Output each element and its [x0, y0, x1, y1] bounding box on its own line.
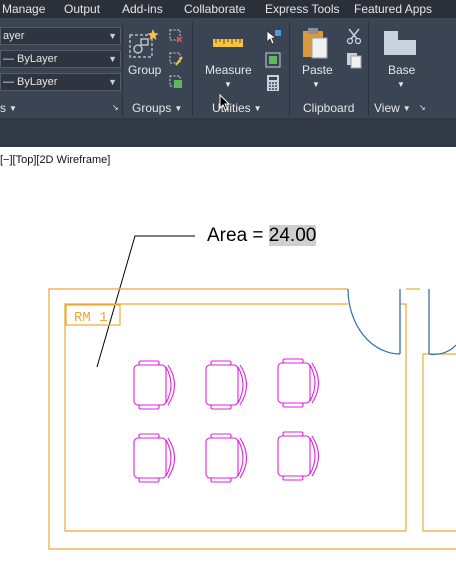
- area-prefix: Area =: [207, 225, 269, 246]
- menu-bar: Manage Output Add-ins Collaborate Expres…: [0, 0, 456, 18]
- chevron-down-icon: ▼: [108, 54, 117, 64]
- chevron-down-icon[interactable]: ▼: [224, 80, 232, 89]
- mouse-cursor-icon: [219, 94, 231, 111]
- group-edit-icon[interactable]: [168, 51, 184, 67]
- area-leader: [96, 235, 195, 368]
- room-walls: [48, 288, 456, 550]
- separator: [122, 22, 123, 116]
- svg-text:RM 1: RM 1: [74, 310, 108, 326]
- linetype-dropdown-value: — ByLayer: [3, 76, 58, 88]
- group-button[interactable]: Group: [128, 63, 161, 77]
- chevron-down-icon[interactable]: ▼: [397, 80, 405, 89]
- ruler-icon[interactable]: [212, 34, 244, 50]
- chevron-down-icon: ▼: [108, 31, 117, 41]
- menu-featured-apps[interactable]: Featured Apps: [354, 2, 432, 16]
- separator: [368, 22, 369, 116]
- view-panel-label[interactable]: View ▼: [374, 101, 411, 115]
- menu-output[interactable]: Output: [64, 2, 100, 16]
- quick-select-icon[interactable]: [264, 28, 282, 46]
- base-button[interactable]: Base: [388, 63, 415, 77]
- copy-icon[interactable]: [345, 51, 363, 69]
- chair: [205, 360, 248, 410]
- properties-panel-label[interactable]: s ▼: [0, 101, 17, 115]
- groups-panel-label[interactable]: Groups ▼: [132, 101, 182, 115]
- menu-add-ins[interactable]: Add-ins: [122, 2, 163, 16]
- select-all-icon[interactable]: [264, 51, 282, 69]
- menu-collaborate[interactable]: Collaborate: [184, 2, 245, 16]
- panel-launcher-icon[interactable]: ↘: [419, 103, 426, 112]
- chair: [133, 433, 176, 483]
- panel-launcher-icon[interactable]: ↘: [112, 103, 119, 112]
- file-tab-strip: [0, 118, 456, 147]
- color-dropdown-value: — ByLayer: [3, 53, 58, 65]
- chair: [133, 360, 176, 410]
- chair: [277, 358, 320, 408]
- menu-manage[interactable]: Manage: [2, 2, 45, 16]
- separator: [192, 22, 193, 116]
- group-selection-icon[interactable]: [168, 74, 184, 90]
- color-dropdown[interactable]: — ByLayer ▼: [0, 50, 121, 68]
- separator: [289, 22, 290, 116]
- chevron-down-icon[interactable]: ▼: [312, 80, 320, 89]
- base-view-icon[interactable]: [383, 30, 417, 56]
- ribbon: ayer ▼ — ByLayer ▼ — ByLayer ▼ s ▼ ↘ Grou…: [0, 18, 456, 118]
- chairs: [133, 358, 320, 483]
- linetype-dropdown[interactable]: — ByLayer ▼: [0, 73, 121, 91]
- drawing-canvas[interactable]: RM 1: [0, 150, 456, 584]
- chair: [205, 433, 248, 483]
- calculator-icon[interactable]: [266, 74, 280, 92]
- area-value[interactable]: 24.00: [268, 225, 317, 246]
- layer-dropdown[interactable]: ayer ▼: [0, 27, 121, 45]
- group-icon[interactable]: [127, 27, 161, 61]
- cut-icon[interactable]: [345, 27, 363, 45]
- measure-button[interactable]: Measure: [205, 63, 252, 77]
- chevron-down-icon: ▼: [108, 77, 117, 87]
- ungroup-icon[interactable]: [168, 28, 184, 44]
- door-swing: [347, 288, 456, 356]
- paste-icon[interactable]: [300, 26, 330, 60]
- area-label[interactable]: Area = 24.00: [207, 225, 317, 247]
- chair: [277, 431, 320, 481]
- clipboard-panel-label[interactable]: Clipboard: [303, 101, 354, 115]
- layer-dropdown-value: ayer: [3, 30, 25, 42]
- paste-button[interactable]: Paste: [302, 63, 333, 77]
- menu-express-tools[interactable]: Express Tools: [265, 2, 339, 16]
